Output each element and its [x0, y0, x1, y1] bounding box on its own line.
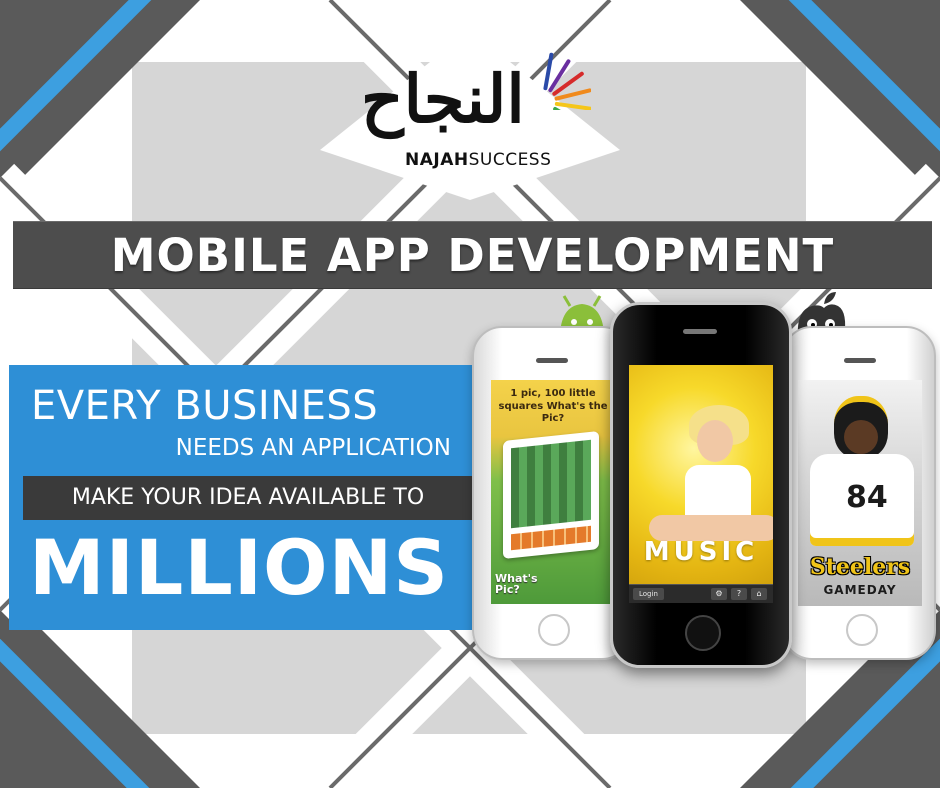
phones-illustration: 1 pic, 100 little squares What's the Pic… [460, 290, 940, 670]
settings-icon[interactable]: ⚙ [711, 588, 727, 600]
player-face-graphic [844, 420, 878, 454]
speaker [536, 358, 568, 363]
logo-arabic-text: النجاح [361, 60, 525, 138]
gift-icon[interactable]: ⌂ [751, 588, 767, 600]
game-brand-line2: Pic? [495, 583, 520, 597]
brand-logo: النجاح NAJAHSUCCESS [355, 40, 595, 175]
jersey-number: 84 [846, 480, 888, 515]
phone-right: 84 Steelers GAMEDAY [782, 326, 936, 660]
promo-strip: MAKE YOUR IDEA AVAILABLE TO [23, 476, 473, 520]
help-icon[interactable]: ? [731, 588, 747, 600]
logo-ray [554, 101, 591, 110]
home-button [538, 614, 570, 646]
girl-head-graphic [697, 420, 733, 462]
phone-center: MUSIC Login ⚙ ? ⌂ [610, 302, 792, 668]
headline-banner: MOBILE APP DEVELOPMENT [13, 221, 932, 289]
headline-text: MOBILE APP DEVELOPMENT [110, 229, 835, 282]
promo-poster: النجاح NAJAHSUCCESS MOBILE APP DEVELOPME… [0, 0, 940, 788]
game-title-text: 1 pic, 100 little squares What's the Pic… [498, 388, 608, 424]
home-button [846, 614, 878, 646]
logo-wordmark: NAJAHSUCCESS [405, 150, 551, 170]
logo-ray [554, 88, 591, 101]
team-subbrand: GAMEDAY [823, 583, 897, 597]
speaker [844, 358, 876, 363]
logo-word-bold: NAJAH [405, 150, 469, 170]
phone-center-screen: MUSIC Login ⚙ ? ⌂ [629, 365, 773, 603]
app-toolbar: Login ⚙ ? ⌂ [629, 584, 773, 603]
letter-keys [511, 525, 591, 551]
promo-line-millions: MILLIONS [29, 523, 449, 612]
logo-rays-icon [543, 52, 591, 110]
login-button[interactable]: Login [633, 588, 664, 600]
tablet-graphic [503, 430, 599, 560]
puzzle-grid [511, 439, 591, 529]
music-word: MUSIC [643, 537, 759, 567]
promo-line-make-idea: MAKE YOUR IDEA AVAILABLE TO [71, 485, 425, 510]
home-button [685, 615, 721, 651]
promo-line-every-business: EVERY BUSINESS [31, 383, 379, 429]
game-brand: What's Pic? [495, 573, 538, 596]
phone-left-screen: 1 pic, 100 little squares What's the Pic… [491, 380, 613, 604]
phone-left: 1 pic, 100 little squares What's the Pic… [472, 326, 632, 660]
phone-right-screen: 84 Steelers GAMEDAY [798, 380, 922, 606]
speaker [683, 329, 717, 334]
logo-word-light: SUCCESS [468, 150, 552, 170]
promo-panel: EVERY BUSINESS NEEDS AN APPLICATION MAKE… [9, 365, 487, 630]
team-brand: Steelers [809, 554, 911, 580]
logo-ray [543, 52, 554, 91]
promo-line-needs-app: NEEDS AN APPLICATION [175, 435, 451, 461]
